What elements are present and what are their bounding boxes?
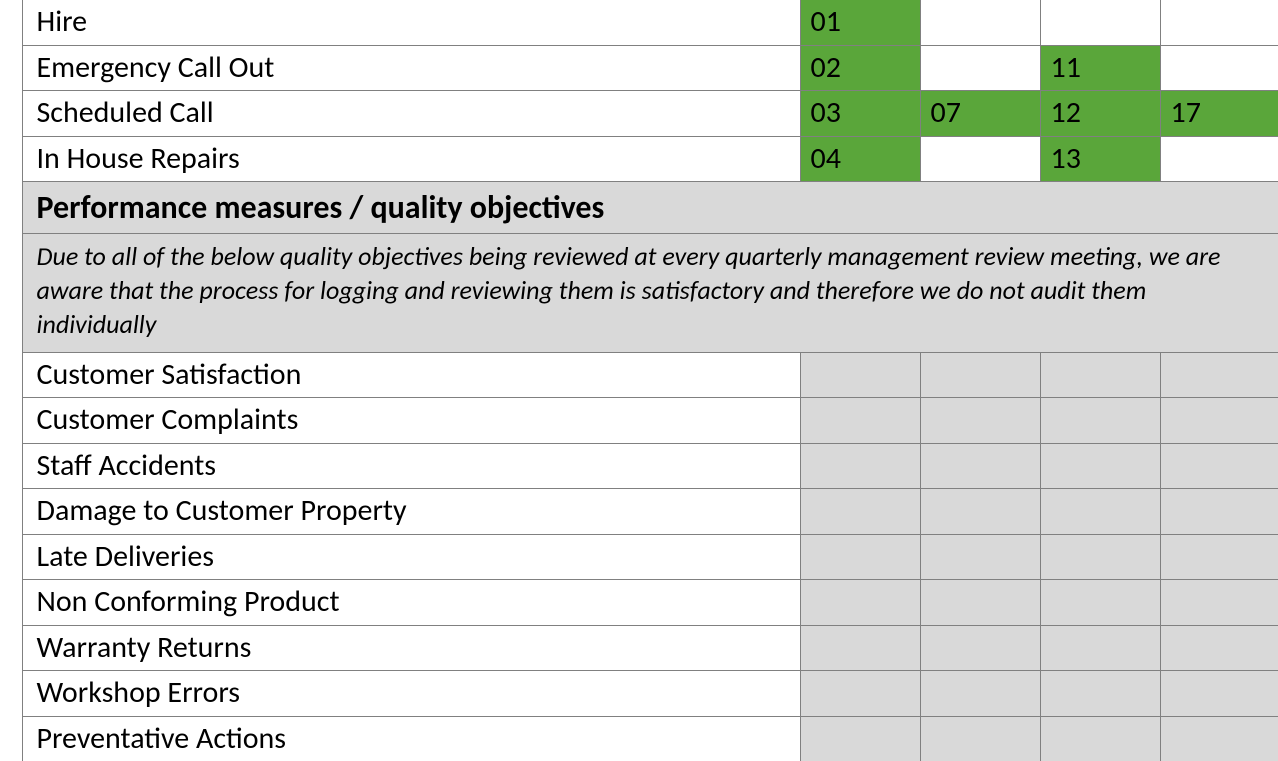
measure-cell — [800, 671, 920, 717]
gutter-cell — [0, 625, 22, 671]
measure-cell — [1160, 443, 1278, 489]
measure-cell — [800, 534, 920, 580]
measure-cell — [800, 716, 920, 761]
gutter-cell — [0, 671, 22, 717]
gutter-cell — [0, 534, 22, 580]
measure-cell — [1160, 716, 1278, 761]
gutter-cell — [0, 234, 22, 352]
measure-cell — [1040, 716, 1160, 761]
schedule-cell — [920, 136, 1040, 182]
schedule-cell: 17 — [1160, 91, 1278, 137]
measure-cell — [800, 443, 920, 489]
schedule-cell: 01 — [800, 0, 920, 45]
measure-cell — [1160, 534, 1278, 580]
schedule-cell — [920, 45, 1040, 91]
schedule-cell: 02 — [800, 45, 920, 91]
gutter-cell — [0, 136, 22, 182]
measure-label: Damage to Customer Property — [22, 489, 800, 535]
measure-cell — [1160, 671, 1278, 717]
measure-label: Late Deliveries — [22, 534, 800, 580]
measure-cell — [1040, 352, 1160, 398]
gutter-cell — [0, 352, 22, 398]
schedule-cell: 07 — [920, 91, 1040, 137]
measure-label: Customer Complaints — [22, 398, 800, 444]
process-label: Emergency Call Out — [22, 45, 800, 91]
measure-label: Non Conforming Product — [22, 580, 800, 626]
measure-cell — [920, 580, 1040, 626]
schedule-cell — [1160, 0, 1278, 45]
measure-cell — [1040, 489, 1160, 535]
gutter-cell — [0, 443, 22, 489]
measure-cell — [920, 489, 1040, 535]
measure-cell — [1040, 580, 1160, 626]
measure-cell — [800, 580, 920, 626]
measure-cell — [920, 352, 1040, 398]
measure-cell — [800, 625, 920, 671]
measure-label: Staff Accidents — [22, 443, 800, 489]
gutter-cell — [0, 0, 22, 45]
schedule-cell — [920, 0, 1040, 45]
schedule-cell: 11 — [1040, 45, 1160, 91]
schedule-cell — [1160, 45, 1278, 91]
measure-cell — [920, 625, 1040, 671]
measure-cell — [920, 716, 1040, 761]
section-note: Due to all of the below quality objectiv… — [22, 234, 1278, 352]
schedule-cell: 13 — [1040, 136, 1160, 182]
measure-cell — [1040, 398, 1160, 444]
measure-label: Warranty Returns — [22, 625, 800, 671]
measure-cell — [1160, 580, 1278, 626]
measure-label: Workshop Errors — [22, 671, 800, 717]
measure-cell — [800, 398, 920, 444]
measure-cell — [1040, 625, 1160, 671]
measure-cell — [1040, 671, 1160, 717]
measure-cell — [1160, 489, 1278, 535]
measure-label: Preventative Actions — [22, 716, 800, 761]
gutter-cell — [0, 91, 22, 137]
gutter-cell — [0, 398, 22, 444]
measure-cell — [1040, 443, 1160, 489]
measure-label: Customer Satisfaction — [22, 352, 800, 398]
process-label: Scheduled Call — [22, 91, 800, 137]
measure-cell — [920, 398, 1040, 444]
measure-cell — [800, 352, 920, 398]
gutter-cell — [0, 489, 22, 535]
measure-cell — [1160, 625, 1278, 671]
measure-cell — [920, 534, 1040, 580]
schedule-cell: 12 — [1040, 91, 1160, 137]
section-header: Performance measures / quality objective… — [22, 182, 1278, 234]
gutter-cell — [0, 45, 22, 91]
gutter-cell — [0, 182, 22, 234]
schedule-cell — [1160, 136, 1278, 182]
gutter-cell — [0, 580, 22, 626]
measure-cell — [1160, 352, 1278, 398]
measure-cell — [800, 489, 920, 535]
measure-cell — [1160, 398, 1278, 444]
gutter-cell — [0, 716, 22, 761]
schedule-cell: 03 — [800, 91, 920, 137]
measure-cell — [920, 443, 1040, 489]
process-label: Hire — [22, 0, 800, 45]
schedule-cell — [1040, 0, 1160, 45]
schedule-cell: 04 — [800, 136, 920, 182]
process-label: In House Repairs — [22, 136, 800, 182]
audit-schedule-table: Hire01Emergency Call Out02 11 Scheduled Ca… — [0, 0, 1278, 761]
measure-cell — [1040, 534, 1160, 580]
measure-cell — [920, 671, 1040, 717]
